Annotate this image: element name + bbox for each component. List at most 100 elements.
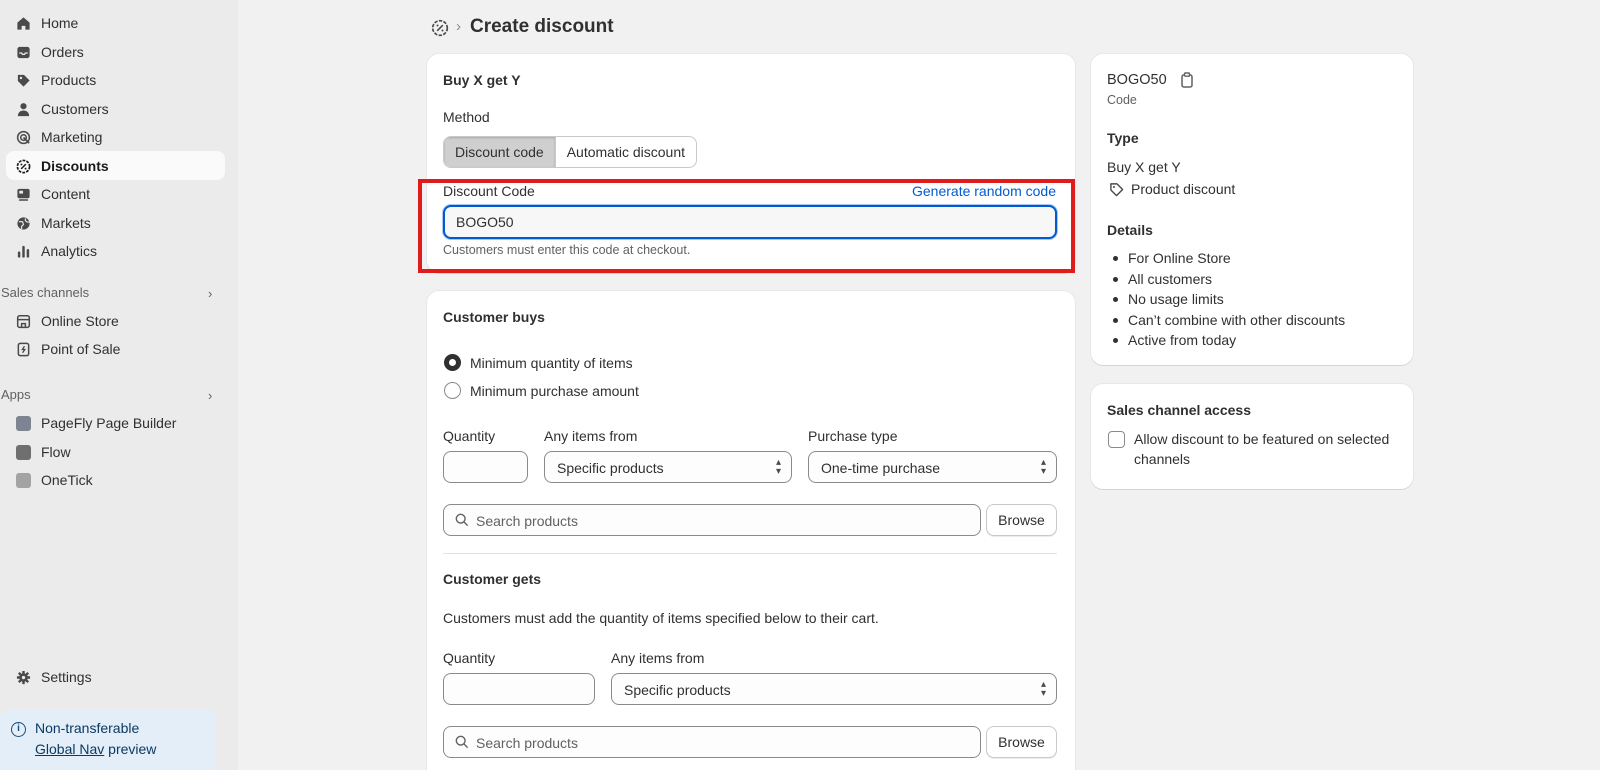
pos-icon bbox=[15, 341, 31, 357]
notice-text-rest: preview bbox=[104, 741, 157, 757]
customer-gets-heading: Customer gets bbox=[443, 571, 542, 587]
sidebar-item-label: OneTick bbox=[41, 472, 93, 488]
minimum-amount-radio[interactable] bbox=[444, 382, 461, 399]
sidebar-item-settings[interactable]: Settings bbox=[6, 662, 225, 691]
bar-chart-icon bbox=[15, 243, 31, 259]
target-icon bbox=[15, 129, 31, 145]
quantity-input[interactable] bbox=[443, 451, 528, 483]
sidebar-item-online-store[interactable]: Online Store bbox=[6, 306, 225, 335]
discount-icon[interactable] bbox=[431, 19, 449, 37]
breadcrumb-separator: › bbox=[456, 18, 461, 35]
sidebar-item-products[interactable]: Products bbox=[6, 65, 225, 94]
customer-gets-help: Customers must add the quantity of items… bbox=[443, 610, 879, 626]
sidebar-item-pagefly[interactable]: PageFly Page Builder bbox=[6, 408, 225, 437]
search-placeholder: Search products bbox=[476, 735, 578, 751]
select-value: Specific products bbox=[557, 460, 664, 476]
flow-icon bbox=[15, 444, 31, 460]
sidebar-item-customers[interactable]: Customers bbox=[6, 94, 225, 123]
search-icon bbox=[455, 735, 469, 749]
sidebar-item-label: Analytics bbox=[41, 243, 98, 259]
card-heading: Buy X get Y bbox=[443, 72, 521, 88]
gets-browse-button[interactable]: Browse bbox=[986, 726, 1057, 758]
global-nav-link[interactable]: Global Nav bbox=[35, 741, 104, 757]
chevron-right-icon[interactable]: › bbox=[208, 286, 212, 301]
type-value: Buy X get Y bbox=[1107, 159, 1181, 175]
select-chevron-icon: ▴ ▾ bbox=[1040, 457, 1046, 477]
search-icon bbox=[455, 513, 469, 527]
checkbox-label-line2: channels bbox=[1134, 451, 1191, 467]
sidebar-item-flow[interactable]: Flow bbox=[6, 437, 225, 466]
purchase-type-select[interactable]: One-time purchase ▴ ▾ bbox=[808, 451, 1057, 483]
sidebar-item-marketing[interactable]: Marketing bbox=[6, 122, 225, 151]
sidebar-item-content[interactable]: Content bbox=[6, 179, 225, 208]
sidebar-item-label: Discounts bbox=[41, 158, 109, 174]
sidebar-item-discounts[interactable]: Discounts bbox=[6, 151, 225, 180]
minimum-quantity-radio[interactable] bbox=[444, 354, 461, 371]
details-list: For Online Store All customers No usage … bbox=[1106, 248, 1345, 351]
select-chevron-icon: ▴ ▾ bbox=[1040, 679, 1046, 699]
home-icon bbox=[15, 15, 31, 31]
quantity-label: Quantity bbox=[443, 428, 496, 444]
sidebar-item-label: PageFly Page Builder bbox=[41, 415, 177, 431]
select-chevron-icon: ▴ ▾ bbox=[775, 457, 781, 477]
sidebar-item-orders[interactable]: Orders bbox=[6, 37, 225, 66]
search-placeholder: Search products bbox=[476, 513, 578, 529]
copy-icon[interactable] bbox=[1180, 72, 1194, 91]
highlight-box bbox=[418, 179, 1075, 273]
gets-items-from-select[interactable]: Specific products ▴ ▾ bbox=[611, 673, 1057, 705]
summary-code-caption: Code bbox=[1107, 93, 1137, 107]
details-item: Active from today bbox=[1106, 330, 1345, 351]
chevron-right-icon[interactable]: › bbox=[208, 388, 212, 403]
sidebar-item-label: Flow bbox=[41, 444, 71, 460]
gear-icon bbox=[15, 669, 31, 685]
discount-icon bbox=[15, 158, 31, 174]
details-item: Can’t combine with other discounts bbox=[1106, 310, 1345, 331]
person-icon bbox=[15, 101, 31, 117]
sidebar-item-label: Marketing bbox=[41, 129, 103, 145]
sidebar-item-label: Online Store bbox=[41, 313, 119, 329]
search-products-input[interactable]: Search products bbox=[443, 504, 981, 536]
gets-quantity-input[interactable] bbox=[443, 673, 595, 705]
divider bbox=[443, 553, 1057, 554]
sidebar: Home Orders Products Customers Marketing… bbox=[0, 0, 238, 770]
sidebar-item-markets[interactable]: Markets bbox=[6, 208, 225, 237]
notice-text: Non-transferable bbox=[35, 720, 140, 736]
select-value: Specific products bbox=[624, 682, 731, 698]
apps-heading: Apps bbox=[1, 387, 31, 402]
info-icon: i bbox=[11, 722, 26, 737]
radio-label: Minimum purchase amount bbox=[470, 383, 639, 399]
details-heading: Details bbox=[1107, 222, 1153, 238]
sidebar-item-label: Markets bbox=[41, 215, 91, 231]
featured-channels-checkbox[interactable] bbox=[1108, 431, 1125, 448]
sidebar-item-point-of-sale[interactable]: Point of Sale bbox=[6, 334, 225, 363]
items-from-select[interactable]: Specific products ▴ ▾ bbox=[544, 451, 792, 483]
notice-text-line2: Global Nav preview bbox=[35, 741, 156, 757]
sidebar-item-label: Customers bbox=[41, 101, 109, 117]
tag-icon bbox=[15, 72, 31, 88]
browse-button[interactable]: Browse bbox=[986, 504, 1057, 536]
sidebar-item-home[interactable]: Home bbox=[6, 8, 225, 37]
automatic-discount-option[interactable]: Automatic discount bbox=[554, 137, 696, 167]
sidebar-item-label: Home bbox=[41, 15, 79, 31]
sidebar-item-analytics[interactable]: Analytics bbox=[6, 236, 225, 265]
details-item: For Online Store bbox=[1106, 248, 1345, 269]
details-item: All customers bbox=[1106, 269, 1345, 290]
card-heading: Customer buys bbox=[443, 309, 545, 325]
sidebar-item-onetick[interactable]: OneTick bbox=[6, 465, 225, 494]
gets-items-from-label: Any items from bbox=[611, 650, 705, 666]
inbox-icon bbox=[15, 44, 31, 60]
store-icon bbox=[15, 313, 31, 329]
sidebar-item-label: Point of Sale bbox=[41, 341, 121, 357]
page-title: Create discount bbox=[470, 16, 614, 37]
discount-code-option[interactable]: Discount code bbox=[444, 137, 555, 167]
sidebar-item-label: Content bbox=[41, 186, 91, 202]
sidebar-item-label: Orders bbox=[41, 44, 84, 60]
select-value: One-time purchase bbox=[821, 460, 941, 476]
sidebar-item-label: Products bbox=[41, 72, 97, 88]
global-nav-notice: i Non-transferable Global Nav preview bbox=[0, 710, 216, 770]
radio-label: Minimum quantity of items bbox=[470, 355, 633, 371]
sales-channel-heading: Sales channel access bbox=[1107, 402, 1251, 418]
onetick-icon bbox=[15, 472, 31, 488]
gets-search-products-input[interactable]: Search products bbox=[443, 726, 981, 758]
type-heading: Type bbox=[1107, 130, 1139, 146]
